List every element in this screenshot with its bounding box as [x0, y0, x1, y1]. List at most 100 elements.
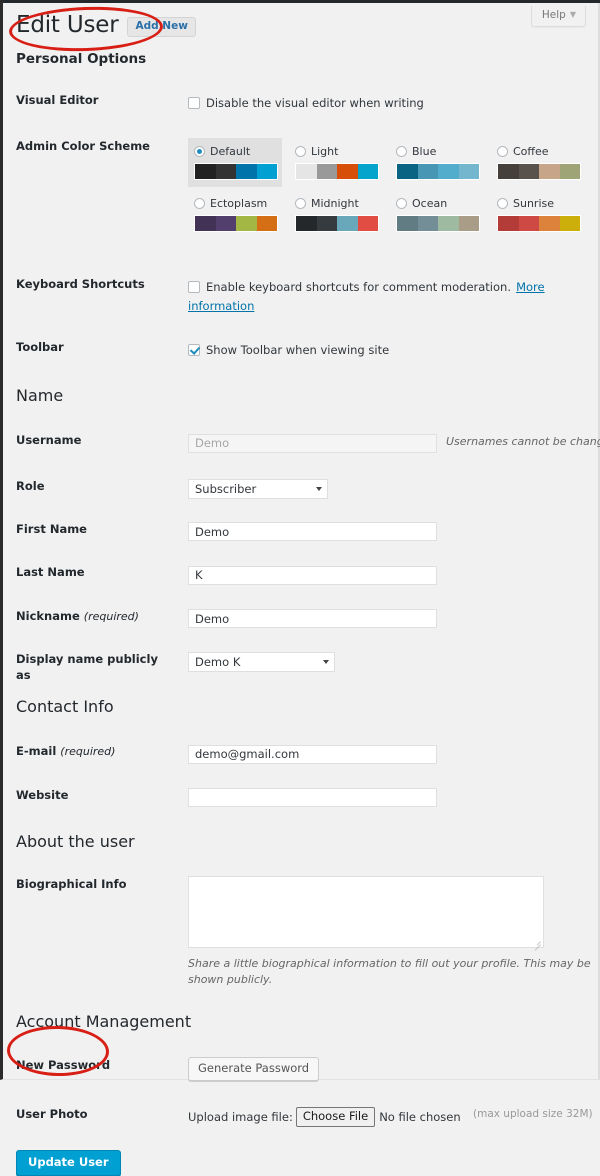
color-scheme-option-coffee[interactable]: Coffee	[491, 138, 585, 187]
color-scheme-option-blue[interactable]: Blue	[390, 138, 484, 187]
role-select[interactable]: Subscriber	[188, 478, 328, 499]
color-scheme-swatches	[295, 163, 379, 180]
color-swatch	[316, 164, 337, 179]
row-nickname: Nickname (required)	[16, 608, 598, 628]
visual-editor-checkbox[interactable]	[188, 97, 200, 109]
color-swatch	[417, 216, 438, 231]
resize-handle-icon[interactable]	[533, 938, 541, 951]
color-scheme-radio-coffee[interactable]	[497, 146, 508, 157]
biographical-info-textarea[interactable]	[188, 876, 544, 951]
color-scheme-radio-light[interactable]	[295, 146, 306, 157]
color-swatch	[357, 164, 378, 179]
color-scheme-radio-default[interactable]	[194, 146, 205, 157]
color-swatch	[195, 164, 216, 179]
role-field: Subscriber	[188, 478, 598, 499]
email-input[interactable]	[188, 744, 437, 764]
color-scheme-option-default[interactable]: Default	[188, 138, 282, 187]
update-user-button[interactable]: Update User	[16, 1150, 121, 1176]
username-hint: Usernames cannot be changed.	[446, 435, 600, 448]
color-swatch	[438, 216, 459, 231]
email-field	[188, 743, 598, 764]
row-visual-editor: Visual Editor Disable the visual editor …	[16, 92, 598, 112]
email-label-text: E-mail	[16, 744, 57, 758]
first-name-label: First Name	[16, 521, 87, 536]
toolbar-checkbox[interactable]	[188, 344, 200, 356]
color-scheme-radio-sunrise[interactable]	[497, 198, 508, 209]
color-swatch	[256, 164, 277, 179]
new-password-field: Generate Password	[188, 1057, 598, 1081]
color-scheme-radio-ectoplasm[interactable]	[194, 198, 205, 209]
website-input[interactable]	[188, 788, 437, 807]
biographical-info-hint: Share a little biographical information …	[188, 957, 591, 986]
color-scheme-header: Ectoplasm	[194, 195, 276, 211]
upload-image-file-label: Upload image file:	[188, 1110, 293, 1124]
row-user-photo: User Photo Upload image file: Choose File…	[16, 1106, 598, 1127]
username-label: Username	[16, 433, 82, 447]
color-scheme-swatches	[396, 215, 480, 232]
help-tab[interactable]: Help ▼	[530, 6, 586, 27]
nickname-input[interactable]	[188, 609, 437, 628]
chevron-down-icon	[316, 486, 322, 491]
new-password-label: New Password	[16, 1058, 111, 1072]
color-swatch	[397, 164, 418, 179]
visual-editor-field: Disable the visual editor when writing	[188, 92, 598, 111]
color-scheme-option-sunrise[interactable]: Sunrise	[491, 190, 585, 239]
color-scheme-header: Sunrise	[497, 195, 579, 211]
help-tab-label: Help	[541, 9, 566, 21]
toolbar-checkbox-label[interactable]: Show Toolbar when viewing site	[206, 343, 389, 357]
keyboard-shortcuts-label: Keyboard Shortcuts	[16, 277, 145, 291]
user-photo-label: User Photo	[16, 1107, 88, 1121]
first-name-input[interactable]	[188, 522, 437, 541]
color-scheme-radio-ocean[interactable]	[396, 198, 407, 209]
admin-page: Help ▼ Edit User Add New Personal Options …	[0, 0, 600, 1176]
color-scheme-swatches	[295, 215, 379, 232]
color-scheme-name: Ocean	[412, 197, 448, 210]
choose-file-button[interactable]: Choose File	[295, 1107, 376, 1127]
website-label: Website	[16, 787, 69, 802]
row-website: Website	[16, 787, 598, 807]
color-swatch	[498, 164, 519, 179]
color-scheme-option-midnight[interactable]: Midnight	[289, 190, 383, 239]
section-heading-personal-options: Personal Options	[16, 51, 147, 67]
color-scheme-radio-midnight[interactable]	[295, 198, 306, 209]
color-scheme-header: Midnight	[295, 195, 377, 211]
add-new-button[interactable]: Add New	[127, 16, 196, 37]
color-scheme-swatches	[194, 215, 278, 232]
color-scheme-option-ectoplasm[interactable]: Ectoplasm	[188, 190, 282, 239]
nickname-required-note: (required)	[83, 609, 139, 623]
color-scheme-header: Ocean	[396, 195, 478, 211]
color-swatch	[215, 164, 236, 179]
color-scheme-name: Sunrise	[513, 197, 555, 210]
row-keyboard-shortcuts: Keyboard Shortcuts Enable keyboard short…	[16, 276, 598, 314]
color-scheme-name: Light	[311, 145, 339, 158]
color-swatch	[438, 164, 459, 179]
last-name-label: Last Name	[16, 565, 85, 579]
keyboard-shortcuts-checkbox-label[interactable]: Enable keyboard shortcuts for comment mo…	[206, 280, 511, 294]
color-swatch	[236, 164, 257, 179]
max-upload-size-note: (max upload size 32M)	[473, 1108, 593, 1120]
visual-editor-checkbox-label[interactable]: Disable the visual editor when writing	[206, 96, 424, 110]
role-label: Role	[16, 478, 45, 493]
keyboard-shortcuts-checkbox[interactable]	[188, 281, 200, 293]
section-heading-about-user: About the user	[16, 832, 135, 851]
username-input	[188, 433, 437, 453]
color-scheme-option-ocean[interactable]: Ocean	[390, 190, 484, 239]
no-file-chosen-text: No file chosen	[379, 1110, 461, 1124]
color-swatch	[458, 216, 479, 231]
color-scheme-name: Blue	[412, 145, 437, 158]
color-scheme-radio-blue[interactable]	[396, 146, 407, 157]
color-swatch	[357, 216, 378, 231]
color-scheme-swatches	[396, 163, 480, 180]
row-role: Role Subscriber	[16, 478, 598, 499]
generate-password-button[interactable]: Generate Password	[188, 1057, 320, 1081]
display-name-select-value: Demo K	[195, 655, 241, 669]
section-heading-contact-info: Contact Info	[16, 697, 114, 716]
display-name-field: Demo K	[188, 651, 598, 672]
color-swatch	[559, 216, 580, 231]
biographical-info-label: Biographical Info	[16, 877, 127, 891]
color-scheme-option-light[interactable]: Light	[289, 138, 383, 187]
color-scheme-name: Default	[210, 145, 251, 158]
display-name-select[interactable]: Demo K	[188, 652, 335, 672]
last-name-input[interactable]	[188, 565, 437, 585]
toolbar-label: Toolbar	[16, 340, 64, 354]
